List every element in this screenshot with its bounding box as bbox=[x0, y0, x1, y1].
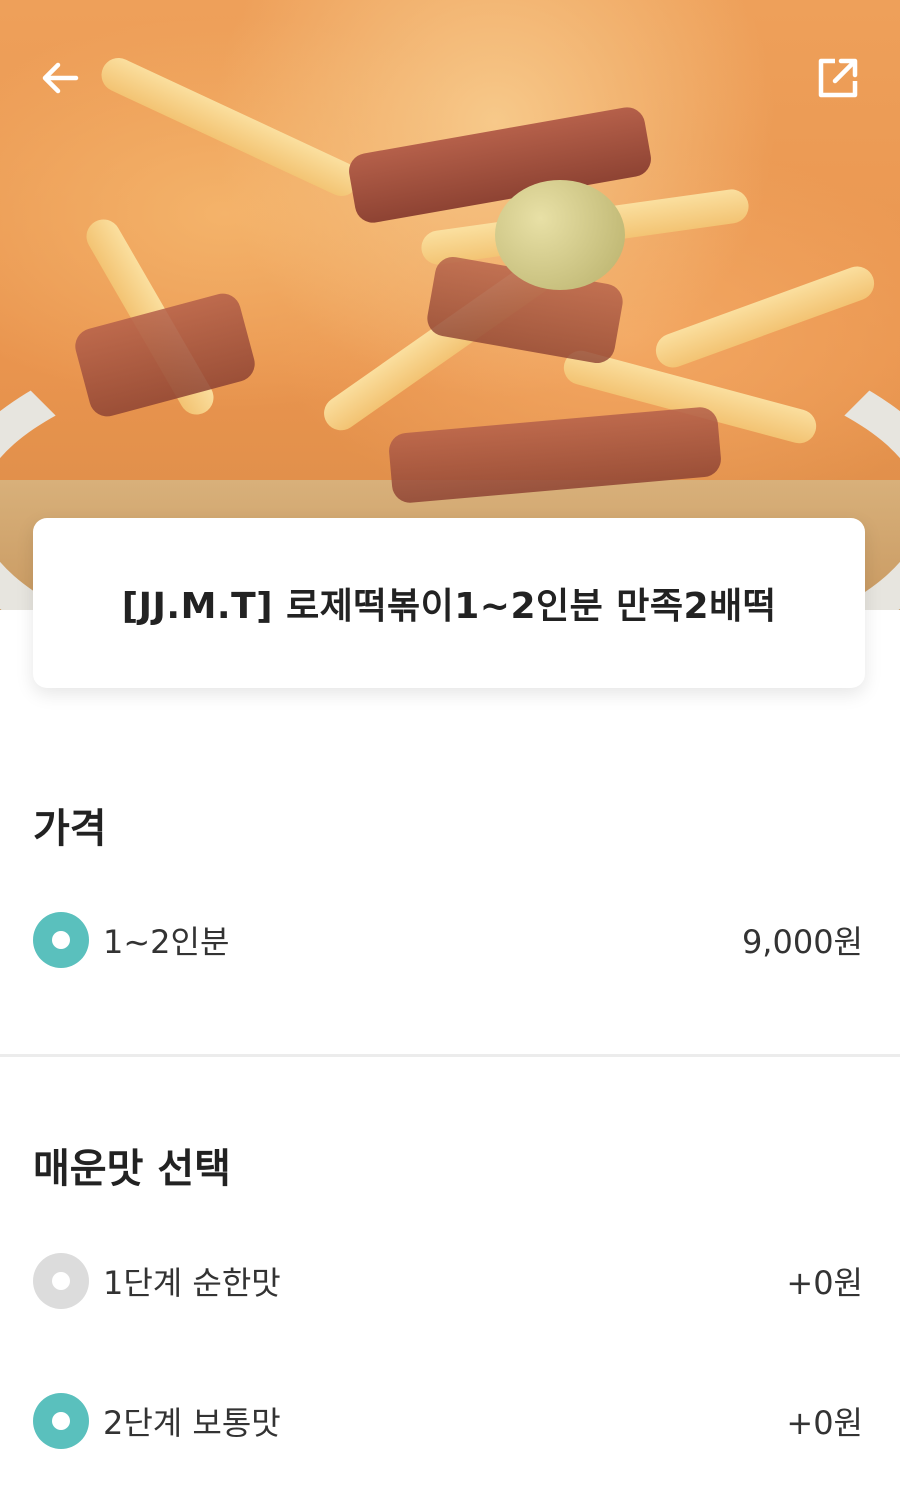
spice-option-label: 1단계 순한맛 bbox=[103, 1264, 281, 1302]
radio-dot bbox=[52, 1412, 70, 1430]
radio-dot bbox=[52, 931, 70, 949]
spice-option-label: 2단계 보통맛 bbox=[103, 1404, 281, 1442]
spice-section-title: 매운맛 선택 bbox=[33, 1146, 231, 1192]
back-button[interactable] bbox=[30, 48, 90, 108]
share-button[interactable] bbox=[808, 48, 868, 108]
section-divider bbox=[0, 1054, 900, 1057]
radio-dot bbox=[52, 1272, 70, 1290]
noodle bbox=[95, 52, 365, 202]
spice-option-price: +0원 bbox=[786, 1404, 863, 1442]
quail-egg bbox=[495, 180, 625, 290]
price-option-label: 1~2인분 bbox=[103, 923, 230, 961]
price-option[interactable]: 1~2인분 9,000원 bbox=[33, 910, 863, 970]
radio-selected[interactable] bbox=[33, 912, 89, 968]
spice-option-price: +0원 bbox=[786, 1264, 863, 1302]
spice-option[interactable]: 2단계 보통맛 +0원 bbox=[33, 1391, 863, 1451]
product-title-card: [JJ.M.T] 로제떡볶이1~2인분 만족2배떡 bbox=[33, 518, 865, 688]
arrow-left-icon bbox=[42, 62, 79, 94]
radio-selected[interactable] bbox=[33, 1393, 89, 1449]
product-title: [JJ.M.T] 로제떡볶이1~2인분 만족2배떡 bbox=[121, 586, 777, 627]
spice-option[interactable]: 1단계 순한맛 +0원 bbox=[33, 1251, 863, 1311]
price-option-price: 9,000원 bbox=[741, 923, 863, 961]
share-external-icon bbox=[818, 58, 858, 98]
radio-unselected[interactable] bbox=[33, 1253, 89, 1309]
price-section-title: 가격 bbox=[33, 806, 107, 852]
